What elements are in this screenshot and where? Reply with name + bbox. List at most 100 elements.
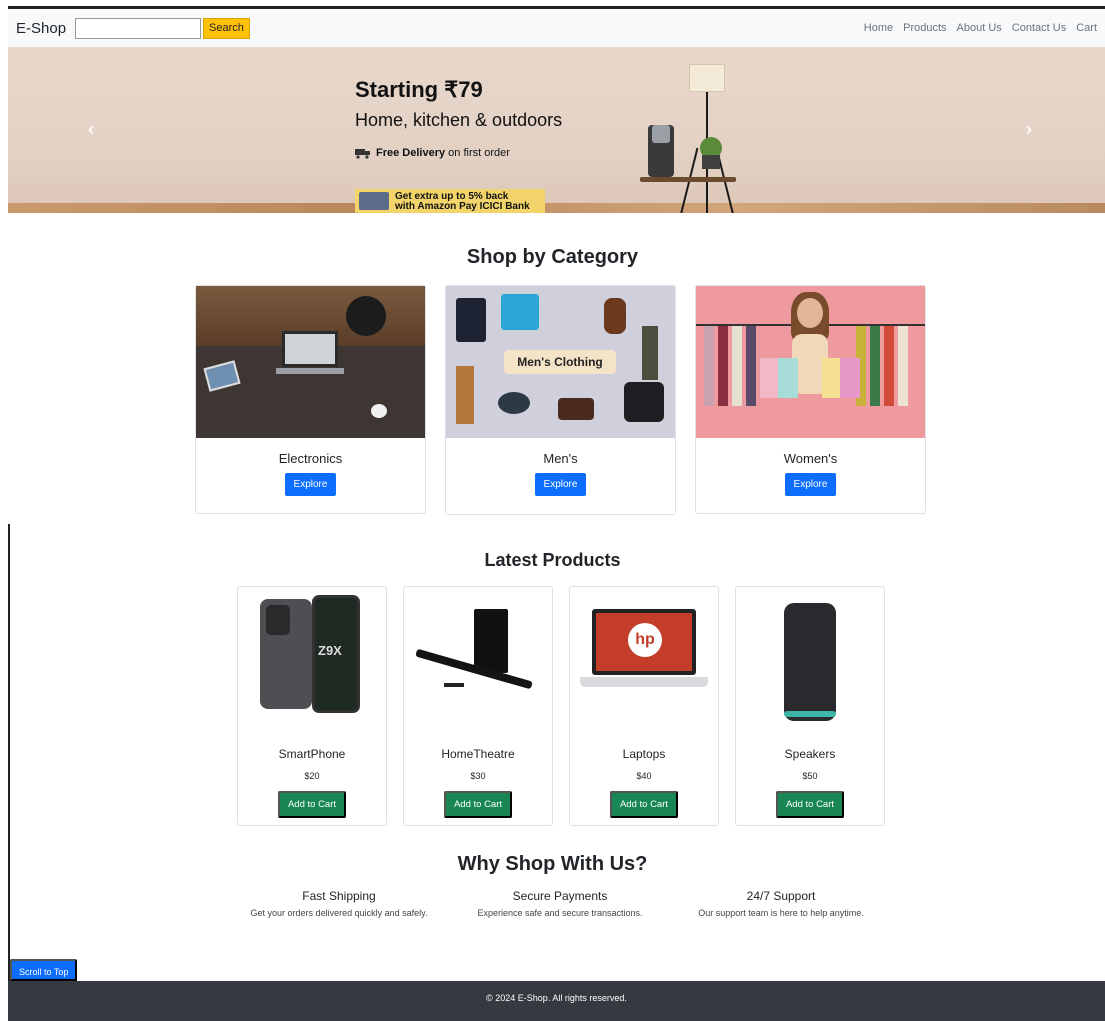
mens-clothing-banner: Men's Clothing [504, 350, 616, 374]
product-name: SmartPhone [278, 747, 346, 761]
product-price: $30 [470, 771, 486, 781]
henley-shirt [624, 382, 664, 422]
mixer-jar [652, 125, 670, 143]
search-input[interactable] [75, 17, 202, 39]
nav-link-products[interactable]: Products [903, 22, 946, 34]
nav-link-about[interactable]: About Us [957, 22, 1002, 34]
product-name: Speakers [784, 747, 836, 761]
feature-description: Get your orders delivered quickly and sa… [250, 908, 428, 918]
delivery-text: on first order [445, 147, 510, 159]
add-to-cart-button[interactable]: Add to Cart [443, 791, 513, 818]
mens-image: Men's Clothing [446, 286, 675, 438]
category-name: Men's [543, 451, 578, 466]
feature-title: Fast Shipping [302, 889, 376, 903]
left-border [8, 524, 10, 1021]
laptop-base [276, 368, 344, 374]
remote [444, 683, 464, 687]
add-to-cart-button[interactable]: Add to Cart [277, 791, 347, 818]
category-name: Women's [783, 451, 838, 466]
shopping-bag [760, 358, 780, 398]
product-card-hometheatre: HomeTheatre $30 Add to Cart [403, 586, 553, 826]
plant-pot [702, 155, 720, 169]
nav-links: Home Products About Us Contact Us Cart [864, 22, 1097, 34]
laptop-image: hp [570, 587, 718, 735]
hero-carousel: ‹ › Starting ₹79 Home, kitchen & outdoor… [8, 47, 1105, 213]
footer-copyright: © 2024 E-Shop. All rights reserved. [486, 993, 627, 1003]
clothing-item [718, 326, 728, 406]
category-section-title: Shop by Category [466, 246, 639, 268]
product-name: Laptops [622, 747, 666, 761]
smartphone-image: Z9X [238, 587, 386, 735]
clothing-item [898, 326, 908, 406]
footer: © 2024 E-Shop. All rights reserved. [8, 981, 1105, 1021]
product-price: $50 [802, 771, 818, 781]
feature-description: Experience safe and secure transactions. [477, 908, 643, 918]
product-price: $20 [304, 771, 320, 781]
category-card-mens: Men's Clothing Men's Explore [445, 285, 676, 515]
nav-link-contact[interactable]: Contact Us [1012, 22, 1066, 34]
category-name: Electronics [278, 451, 343, 466]
phone-model-label: Z9X [318, 643, 342, 658]
explore-button[interactable]: Explore [534, 473, 587, 496]
boots [558, 398, 594, 420]
desk-lamp [346, 296, 386, 336]
product-card-laptops: hp Laptops $40 Add to Cart [569, 586, 719, 826]
explore-button[interactable]: Explore [284, 473, 337, 496]
brand-logo[interactable]: E-Shop [16, 20, 66, 37]
speaker-light [784, 711, 836, 717]
feature-fast-shipping: Fast Shipping Get your orders delivered … [219, 889, 459, 918]
truck-icon [355, 148, 370, 159]
nav-link-home[interactable]: Home [864, 22, 893, 34]
clothing-item [884, 326, 894, 406]
add-to-cart-button[interactable]: Add to Cart [775, 791, 845, 818]
products-section-title: Latest Products [484, 550, 621, 570]
polo-shirt [501, 294, 539, 330]
suit-jacket [456, 298, 486, 342]
feature-description: Our support team is here to help anytime… [698, 908, 864, 918]
shopping-bag [822, 358, 842, 398]
hero-title: Starting ₹79 [355, 77, 483, 102]
credit-card-icon [359, 192, 389, 210]
product-price: $40 [636, 771, 652, 781]
hero-subtitle: Home, kitchen & outdoors [355, 110, 563, 130]
khakis [456, 366, 474, 424]
side-table [640, 177, 736, 182]
hat [498, 392, 530, 414]
hometheatre-image [404, 587, 552, 735]
feature-title: 24/7 Support [746, 889, 816, 903]
womens-image [696, 286, 925, 438]
explore-button[interactable]: Explore [784, 473, 837, 496]
product-name: HomeTheatre [441, 747, 515, 761]
hero-offer-banner[interactable]: Get extra up to 5% back with Amazon Pay … [355, 189, 545, 213]
feature-secure-payments: Secure Payments Experience safe and secu… [440, 889, 680, 918]
lamp-shade [689, 64, 725, 92]
why-section-title: Why Shop With Us? [457, 853, 648, 875]
chevron-left-icon[interactable]: ‹ [88, 119, 94, 140]
category-card-electronics: Electronics Explore [195, 285, 426, 514]
clothing-item [732, 326, 742, 406]
clothing-item [704, 326, 714, 406]
shopping-bag [840, 358, 860, 398]
search-button[interactable]: Search [203, 17, 250, 39]
offer-line2: with Amazon Pay ICICI Bank [395, 201, 530, 212]
hp-logo: hp [628, 623, 662, 657]
dress-pants [642, 326, 658, 380]
subwoofer [474, 609, 508, 673]
model-face [797, 298, 823, 328]
category-card-womens: Women's Explore [695, 285, 926, 514]
feature-title: Secure Payments [512, 889, 608, 903]
laptop-shape [282, 331, 338, 367]
feature-support: 24/7 Support Our support team is here to… [661, 889, 901, 918]
phone-camera [266, 605, 290, 635]
chevron-right-icon[interactable]: › [1026, 119, 1032, 140]
laptop-base [580, 677, 708, 687]
product-card-smartphone: Z9X SmartPhone $20 Add to Cart [237, 586, 387, 826]
shopping-bag [778, 358, 798, 398]
hero-floor [8, 203, 1105, 213]
clothing-item [746, 326, 756, 406]
electronics-image [196, 286, 425, 438]
scroll-to-top-button[interactable]: Scroll to Top [10, 959, 78, 981]
nav-link-cart[interactable]: Cart [1076, 22, 1097, 34]
add-to-cart-button[interactable]: Add to Cart [609, 791, 679, 818]
hero-delivery: Free Delivery on first order [355, 147, 510, 159]
